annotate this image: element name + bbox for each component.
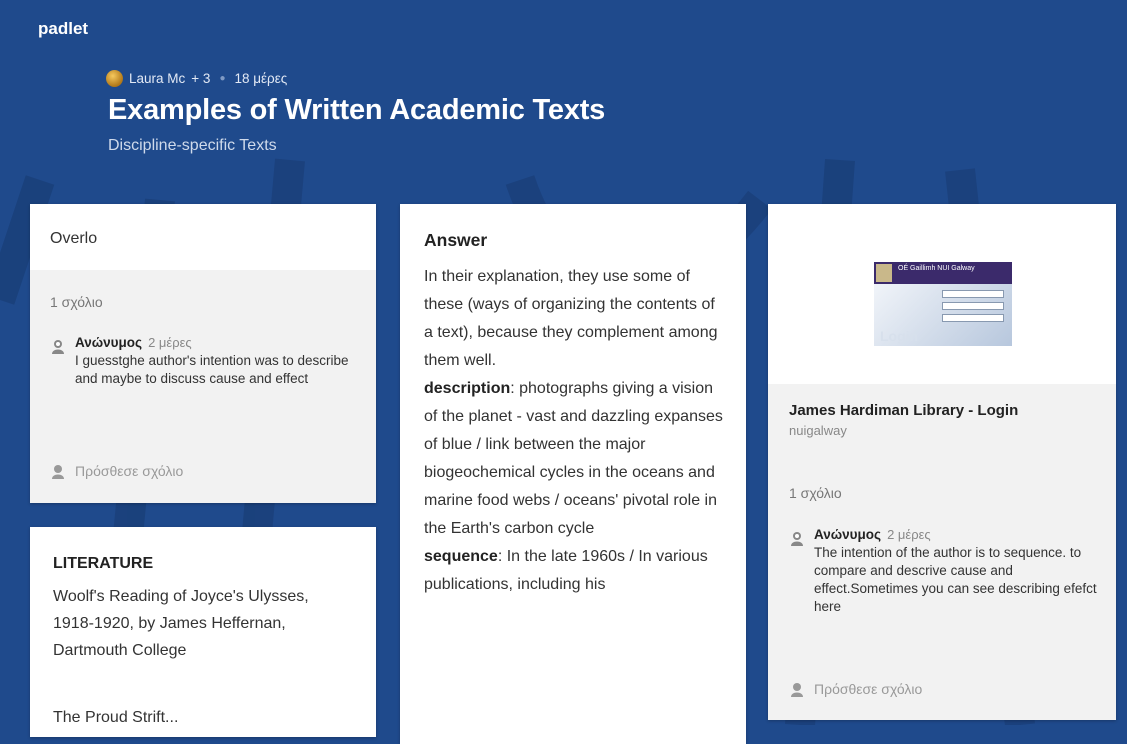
add-comment-button[interactable]: Πρόσθεσε σχόλιο: [789, 681, 922, 697]
link-thumbnail: OÉ Gaillimh NUI Galway Login: [874, 262, 1012, 346]
post-body: Woolf's Reading of Joyce's Ulysses, 1918…: [53, 588, 309, 659]
post-body: In their explanation, they use some of t…: [400, 251, 746, 599]
padlet-logo[interactable]: padlet: [38, 19, 88, 39]
contributors-count[interactable]: + 3: [191, 71, 210, 86]
add-comment-button[interactable]: Πρόσθεσε σχόλιο: [50, 463, 183, 479]
comment: Ανώνυμος 2 μέρες The intention of the aut…: [789, 526, 1107, 616]
comment-age: 2 μέρες: [887, 527, 931, 542]
post-intro: In their explanation, they use some of t…: [424, 268, 718, 369]
comment-text: The intention of the author is to sequen…: [814, 545, 1097, 614]
comment-count[interactable]: 1 σχόλιο: [50, 294, 103, 310]
wall-meta: Laura Mc + 3 ● 18 μέρες: [106, 70, 287, 87]
link-source: nuigalway: [789, 423, 847, 438]
user-icon: [791, 683, 803, 697]
comment-count[interactable]: 1 σχόλιο: [789, 485, 842, 501]
sequence-label: sequence: [424, 548, 498, 565]
post-card-literature[interactable]: LITERATURE Woolf's Reading of Joyce's Ul…: [30, 527, 376, 737]
post-title: LITERATURE: [53, 555, 154, 572]
post-card-answer[interactable]: Answer In their explanation, they use so…: [400, 204, 746, 744]
add-comment-label: Πρόσθεσε σχόλιο: [814, 681, 923, 697]
comment-age: 2 μέρες: [148, 335, 192, 350]
post-body-continued: The Proud Strift...: [53, 709, 179, 726]
description-text: : photographs giving a vision of the pla…: [424, 380, 723, 537]
post-card-library-link[interactable]: OÉ Gaillimh NUI Galway Login James Hardi…: [768, 204, 1116, 720]
link-title[interactable]: James Hardiman Library - Login: [789, 402, 1018, 419]
separator-dot: ●: [219, 73, 226, 84]
comment: Ανώνυμος 2 μέρες I guesstghe author's int…: [50, 334, 366, 388]
thumbnail-header: OÉ Gaillimh NUI Galway: [874, 262, 1012, 284]
author-name[interactable]: Laura Mc: [129, 71, 185, 86]
comment-text: I guesstghe author's intention was to de…: [75, 353, 349, 386]
link-and-comments: James Hardiman Library - Login nuigalway…: [768, 384, 1116, 720]
comments-section: 1 σχόλιο Ανώνυμος 2 μέρες I guesstghe aut…: [30, 270, 376, 503]
anonymous-user-icon: [52, 340, 64, 354]
university-logo-icon: [876, 264, 892, 282]
anonymous-user-icon: [791, 532, 803, 546]
post-title: Overlo: [50, 230, 98, 247]
post-title: Answer: [424, 230, 488, 250]
post-card-overlo[interactable]: Overlo 1 σχόλιο Ανώνυμος 2 μέρες I guesst…: [30, 204, 376, 503]
comment-author: Ανώνυμος: [814, 527, 882, 542]
wall-title: Examples of Written Academic Texts: [108, 94, 606, 126]
comment-author: Ανώνυμος: [75, 335, 143, 350]
thumbnail-login-form: [914, 290, 1006, 342]
thumbnail-caption: Login: [880, 328, 919, 344]
add-comment-label: Πρόσθεσε σχόλιο: [75, 463, 184, 479]
user-icon: [52, 465, 64, 479]
thumbnail-header-text: OÉ Gaillimh NUI Galway: [898, 265, 975, 272]
author-avatar[interactable]: [106, 70, 123, 87]
wall-subtitle: Discipline-specific Texts: [108, 137, 277, 154]
description-label: description: [424, 380, 511, 397]
link-preview[interactable]: OÉ Gaillimh NUI Galway Login: [768, 204, 1116, 384]
wall-age: 18 μέρες: [234, 71, 288, 86]
